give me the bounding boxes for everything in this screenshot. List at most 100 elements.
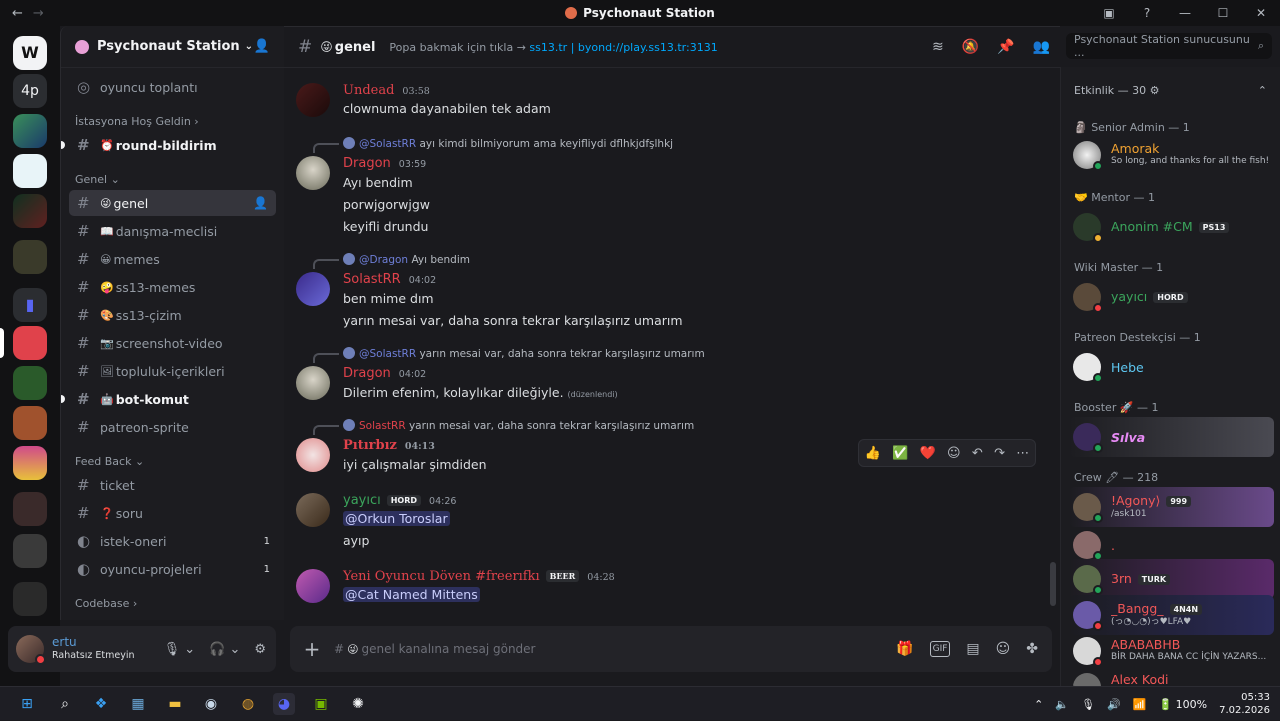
explorer-window-icon[interactable]: ▦ [127,693,149,715]
forward-message-icon[interactable]: ↷ [994,446,1005,461]
search-icon[interactable]: ⌕ [54,693,76,715]
avatar[interactable] [296,438,330,472]
forum-istek-oneri[interactable]: ◐ istek-oneri 1 [69,528,276,554]
channel-ticket[interactable]: # ticket [69,472,276,498]
member-list-icon[interactable]: 👥 [1033,39,1050,55]
channel-screenshot-video[interactable]: # 📷 screenshot-video [69,330,276,356]
sticker-icon[interactable]: ▤ [966,641,979,657]
help-icon[interactable]: ? [1128,6,1166,20]
apps-icon[interactable]: ✤ [1026,641,1038,657]
nvidia-icon[interactable]: ▣ [310,693,332,715]
member-item[interactable]: 3rn TURK [1069,559,1274,599]
category-codebase[interactable]: Codebase › [69,594,276,612]
category-genel[interactable]: Genel ⌄ [69,170,276,188]
message-input[interactable]: genel kanalına mesaj gönder [362,642,897,656]
avatar[interactable] [16,635,46,665]
channel-patreon-sprite[interactable]: # patreon-sprite [69,414,276,440]
battery-indicator[interactable]: 🔋 100% [1158,698,1207,711]
server-orange-icon[interactable] [13,406,47,440]
steam-icon[interactable]: ◉ [200,693,222,715]
reaction-heart[interactable]: ❤️ [920,446,936,461]
settings-gear-icon[interactable]: ⚙ [254,642,266,657]
reply-preview[interactable]: @Dragon Ayı bendim [313,253,470,269]
clock[interactable]: 05:33 7.02.2026 [1219,691,1270,717]
member-item[interactable]: Alex Kodi [1069,667,1274,686]
channel-round-bildirim[interactable]: # ⏰ round-bildirim [61,132,276,158]
server-folder4-icon[interactable] [13,534,47,568]
channel-soru[interactable]: # ❓ soru [69,500,276,526]
openai-icon[interactable]: ✺ [347,693,369,715]
scrollbar[interactable] [1050,562,1056,606]
mic-icon[interactable]: 🎙 [1081,698,1095,711]
server-folder5-icon[interactable] [13,582,47,616]
server-folder3-icon[interactable] [13,492,47,526]
category-istasyona[interactable]: İstasyona Hoş Geldin › [69,112,276,130]
add-reaction-icon[interactable]: ☺ [947,446,961,461]
member-item[interactable]: Hebe [1069,347,1274,387]
avatar[interactable] [296,83,330,117]
member-item[interactable]: _Bangg_ 4N4N (っ◔◡◔)っ♥LFA♥ [1069,595,1274,635]
member-item[interactable]: yayıcı HORD [1069,277,1274,317]
server-header[interactable]: Psychonaut Station ⌄ 👤 [61,26,284,68]
user-mention[interactable]: @Cat Named Mittens [343,587,480,602]
voice-channel-oyuncu-toplanti[interactable]: ◎ oyuncu toplantı [69,74,276,100]
server-folder2-icon[interactable]: ▮ [13,288,47,322]
more-icon[interactable]: ⋯ [1016,446,1029,461]
channel-topluluk-icerikleri[interactable]: # 🖼 topluluk-içerikleri [69,358,276,384]
threads-icon[interactable]: ≋ [932,39,944,55]
widgets-icon[interactable]: ❖ [90,693,112,715]
attach-plus-icon[interactable]: + [290,637,334,661]
discord-icon[interactable]: ◕ [273,693,295,715]
reply-icon[interactable]: ↶ [972,446,983,461]
member-item[interactable]: Sılva [1069,417,1274,457]
headphones-icon[interactable]: 🎧 ⌄ [209,642,240,657]
pin-icon[interactable]: 📌 [997,39,1014,55]
member-item[interactable]: Amorak So long, and thanks for all the fi… [1069,135,1274,175]
close-icon[interactable]: ✕ [1242,6,1280,20]
channel-danisma-meclisi[interactable]: # 📖 danışma-meclisi [69,218,276,244]
channel-ss13-memes[interactable]: # 🤪 ss13-memes [69,274,276,300]
avatar[interactable] [296,493,330,527]
member-item[interactable]: !Agony⟩ 999/ask101 [1069,487,1274,527]
server-4p-icon[interactable]: 4p [13,74,47,108]
avatar[interactable] [296,272,330,306]
emoji-icon[interactable]: ☺ [996,641,1011,657]
gif-icon[interactable]: GIF [929,641,951,657]
server-trident-icon[interactable] [13,154,47,188]
channel-genel[interactable]: # 😜 genel 👤 [69,190,276,216]
activity-header[interactable]: Etkinlik — 30 ⚙ ⌃ [1061,67,1280,113]
reaction-check[interactable]: ✅ [892,446,908,461]
reply-preview[interactable]: SolastRR yarın mesai var, daha sonra tek… [313,419,694,435]
server-folder-icon[interactable] [13,240,47,274]
mute-bell-icon[interactable]: 🔕 [962,39,979,55]
reply-preview[interactable]: @SolastRR ayı kimdi bilmiyorum ama keyif… [313,137,673,153]
server-psychonaut-icon[interactable] [13,326,47,360]
tray-chevron-icon[interactable]: ⌃ [1034,698,1043,711]
server-w-icon[interactable]: W [13,36,47,70]
chrome-icon[interactable]: ◍ [237,693,259,715]
file-explorer-icon[interactable]: ▬ [164,693,186,715]
add-person-icon[interactable]: 👤 [254,39,270,54]
channel-topic[interactable]: Popa bakmak için tıkla → ss13.tr | byond… [389,41,717,54]
minimize-icon[interactable]: — [1166,6,1204,20]
speaker-icon[interactable]: 🔊 [1107,698,1121,711]
gift-icon[interactable]: 🎁 [896,641,913,657]
volume-output-icon[interactable]: 🔈 [1055,698,1069,711]
channel-memes[interactable]: # 😀 memes [69,246,276,272]
user-mention[interactable]: @Orkun Toroslar [343,511,450,526]
member-item[interactable]: ABABABHB BİR DAHA BANA CC İÇİN YAZARS... [1069,631,1274,671]
windows-start-icon[interactable]: ⊞ [16,693,38,715]
avatar[interactable] [296,156,330,190]
maximize-icon[interactable]: ☐ [1204,6,1242,20]
invite-icon[interactable]: 👤 [253,196,268,210]
server-search[interactable]: Psychonaut Station sunucusunu ... ⌕ [1066,33,1272,59]
topic-link[interactable]: ss13.tr | byond://play.ss13.tr:3131 [529,41,717,54]
avatar[interactable] [296,366,330,400]
inbox-icon[interactable]: ▣ [1090,6,1128,20]
microphone-icon[interactable]: 🎙 ⌄ [164,642,196,657]
avatar[interactable] [296,569,330,603]
server-v-icon[interactable] [13,114,47,148]
forum-oyuncu-projeleri[interactable]: ◐ oyuncu-projeleri 1 [69,556,276,582]
member-item[interactable]: Anonim #CM PS13 [1069,207,1274,247]
channel-bot-komut[interactable]: # 🤖 bot-komut [61,386,276,412]
